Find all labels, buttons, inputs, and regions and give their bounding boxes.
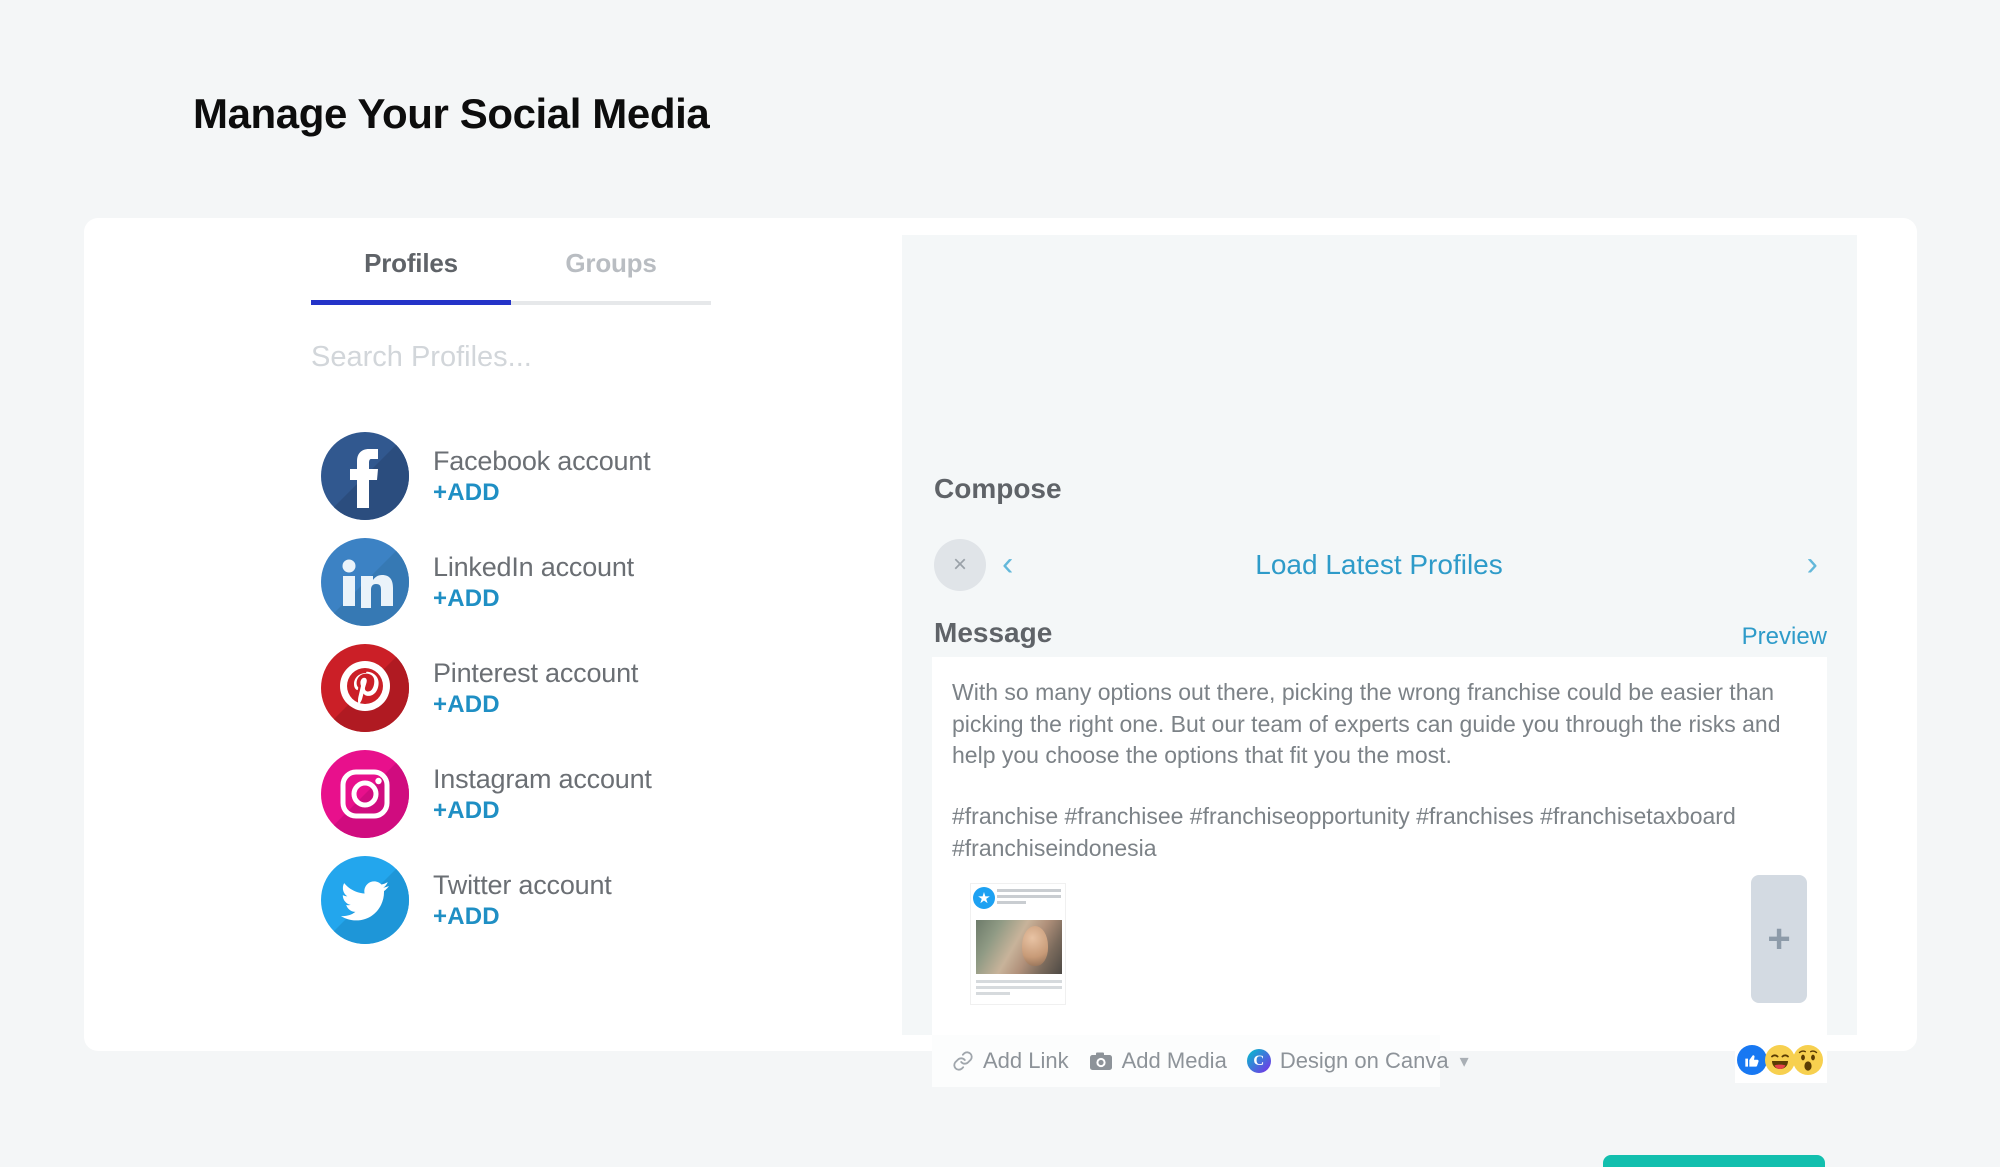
profile-item-facebook[interactable]: Facebook account +ADD xyxy=(227,430,767,522)
add-profile-link[interactable]: +ADD xyxy=(433,797,652,825)
profile-name: Pinterest account xyxy=(433,657,639,688)
profile-list: Facebook account +ADD LinkedIn account +… xyxy=(227,430,767,946)
profile-text: Instagram account +ADD xyxy=(433,764,652,825)
tab-profiles[interactable]: Profiles xyxy=(311,248,511,301)
add-media-placeholder-button[interactable]: + xyxy=(1751,875,1807,1003)
profiles-nav-row: × ‹ Load Latest Profiles › xyxy=(934,537,1824,593)
app-root: Manage Your Social Media Profiles Groups xyxy=(0,0,2000,1167)
tabs-underline xyxy=(311,300,711,305)
profile-name: Twitter account xyxy=(433,869,612,900)
chevron-right-icon[interactable]: › xyxy=(1807,547,1818,581)
compose-toolbar: Add Link Add Media C Design on Canva ▾ xyxy=(932,1035,1469,1087)
compose-panel: Compose × ‹ Load Latest Profiles › Messa… xyxy=(902,235,1857,1167)
profile-item-twitter[interactable]: Twitter account +ADD xyxy=(227,854,767,946)
add-media-button[interactable]: Add Media xyxy=(1083,1048,1233,1074)
profile-text: Twitter account +ADD xyxy=(433,870,612,931)
laughing-emoji[interactable] xyxy=(1765,1045,1795,1075)
message-label: Message xyxy=(934,617,1053,648)
instagram-icon xyxy=(321,750,409,838)
attached-media-row: ★ + xyxy=(952,875,1807,1009)
add-media-label: Add Media xyxy=(1121,1048,1227,1073)
message-editor[interactable]: With so many options out there, picking … xyxy=(932,657,1827,1035)
search-profiles-input[interactable] xyxy=(311,341,731,374)
profile-name: LinkedIn account xyxy=(433,551,634,582)
add-profile-link[interactable]: +ADD xyxy=(433,903,612,931)
reactions-group[interactable] xyxy=(1735,1037,1827,1083)
profile-text: Pinterest account +ADD xyxy=(433,658,638,719)
profile-item-pinterest[interactable]: Pinterest account +ADD xyxy=(227,642,767,734)
tab-groups[interactable]: Groups xyxy=(511,248,711,301)
link-icon xyxy=(953,1051,973,1071)
add-link-button[interactable]: Add Link xyxy=(946,1048,1075,1074)
attached-media-thumbnail[interactable]: ★ xyxy=(970,883,1066,1005)
thumbnail-footer-lines xyxy=(976,980,1062,998)
profile-item-linkedin[interactable]: LinkedIn account +ADD xyxy=(227,536,767,628)
pinterest-icon xyxy=(321,644,409,732)
add-profile-link[interactable]: +ADD xyxy=(433,585,634,613)
profiles-panel: Profiles Groups Facebook a xyxy=(227,248,767,960)
twitter-icon xyxy=(321,856,409,944)
profile-name: Instagram account xyxy=(433,763,652,794)
profile-name: Facebook account xyxy=(433,445,651,476)
preview-link[interactable]: Preview xyxy=(1742,623,1827,651)
linkedin-icon xyxy=(321,538,409,626)
thumbs-up-emoji[interactable] xyxy=(1737,1045,1767,1075)
camera-icon xyxy=(1089,1052,1112,1070)
thumbnail-photo xyxy=(976,920,1062,974)
message-hashtags-text: #franchise #franchisee #franchiseopportu… xyxy=(952,803,1736,861)
plus-icon: + xyxy=(1767,917,1791,961)
add-profile-link[interactable]: +ADD xyxy=(433,691,638,719)
compose-title: Compose xyxy=(934,473,1062,504)
page-title: Manage Your Social Media xyxy=(193,90,710,137)
profile-item-instagram[interactable]: Instagram account +ADD xyxy=(227,748,767,840)
verified-star-icon: ★ xyxy=(973,887,995,909)
profile-text: Facebook account +ADD xyxy=(433,445,651,507)
profile-text: LinkedIn account +ADD xyxy=(433,552,634,613)
canva-icon: C xyxy=(1246,1049,1271,1073)
thumbnail-caption-lines xyxy=(997,889,1061,907)
add-profile-link[interactable]: +ADD xyxy=(433,479,650,507)
profile-tabs: Profiles Groups xyxy=(311,248,711,301)
chevron-down-icon[interactable]: ▾ xyxy=(1460,1051,1469,1072)
design-on-canva-label: Design on Canva xyxy=(1279,1048,1449,1073)
facebook-icon xyxy=(321,432,409,520)
load-latest-profiles-link[interactable]: Load Latest Profiles xyxy=(934,549,1824,581)
post-now-button[interactable]: POST NOW xyxy=(1603,1155,1825,1167)
add-link-label: Add Link xyxy=(983,1048,1069,1073)
message-body-text: With so many options out there, picking … xyxy=(952,679,1787,769)
active-tab-indicator xyxy=(311,300,511,305)
wow-emoji[interactable] xyxy=(1793,1045,1823,1075)
main-card: Profiles Groups Facebook a xyxy=(84,218,1917,1167)
design-on-canva-button[interactable]: C Design on Canva ▾ xyxy=(1241,1048,1475,1074)
